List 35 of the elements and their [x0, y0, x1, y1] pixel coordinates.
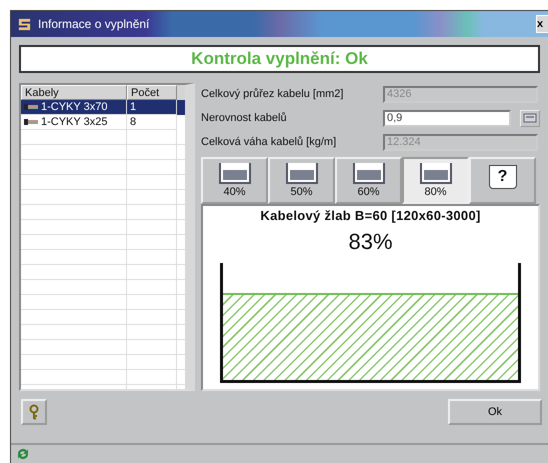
- table-cell: 1-CYKY 3x70: [41, 100, 108, 114]
- help-button[interactable]: [21, 399, 47, 425]
- table-cell: 1-CYKY 3x25: [41, 115, 108, 129]
- fill-option-button[interactable]: 80%: [402, 157, 469, 204]
- cable-tray-icon: [420, 163, 452, 184]
- refresh-icon: [15, 446, 31, 462]
- table-row[interactable]: 1-CYKY 3x25 8: [21, 115, 185, 130]
- cable-icon: [24, 103, 38, 111]
- fill-percentage: 83%: [348, 229, 393, 255]
- fill-option-button[interactable]: 60%: [335, 157, 402, 204]
- column-header[interactable]: Kabely: [21, 85, 127, 100]
- close-button[interactable]: x: [536, 15, 548, 33]
- input-field[interactable]: 0,9: [383, 110, 511, 126]
- field-label: Celková váha kabelů [kg/m]: [201, 136, 338, 148]
- fill-option-button[interactable]: ?: [469, 157, 536, 204]
- field-label: Nerovnost kabelů: [201, 112, 288, 124]
- table-row[interactable]: 1-CYKY 3x70 1: [21, 100, 185, 115]
- fill-option-button[interactable]: 40%: [201, 157, 268, 204]
- field-label: Celkový průřez kabelu [mm2]: [201, 88, 344, 100]
- app-logo-icon: [17, 16, 32, 32]
- calculator-button[interactable]: [520, 110, 540, 126]
- column-header[interactable]: Počet: [127, 85, 177, 100]
- table-cell: 8: [127, 115, 177, 130]
- cable-tray-icon: [218, 163, 250, 184]
- status-banner: Kontrola vyplnění: Ok: [19, 45, 540, 73]
- window-title: Informace o vyplnění: [38, 17, 150, 31]
- ok-button[interactable]: Ok: [448, 399, 542, 425]
- tray-title: Kabelový žlab B=60 [120x60-3000]: [260, 208, 481, 223]
- fill-option-button[interactable]: 50%: [268, 157, 335, 204]
- cable-icon: [24, 118, 38, 126]
- table-cell: 1: [127, 100, 177, 115]
- cable-tray-icon: [286, 163, 318, 184]
- calculator-icon: [523, 113, 537, 123]
- key-icon: [29, 404, 39, 420]
- cable-tray-icon: [352, 163, 384, 184]
